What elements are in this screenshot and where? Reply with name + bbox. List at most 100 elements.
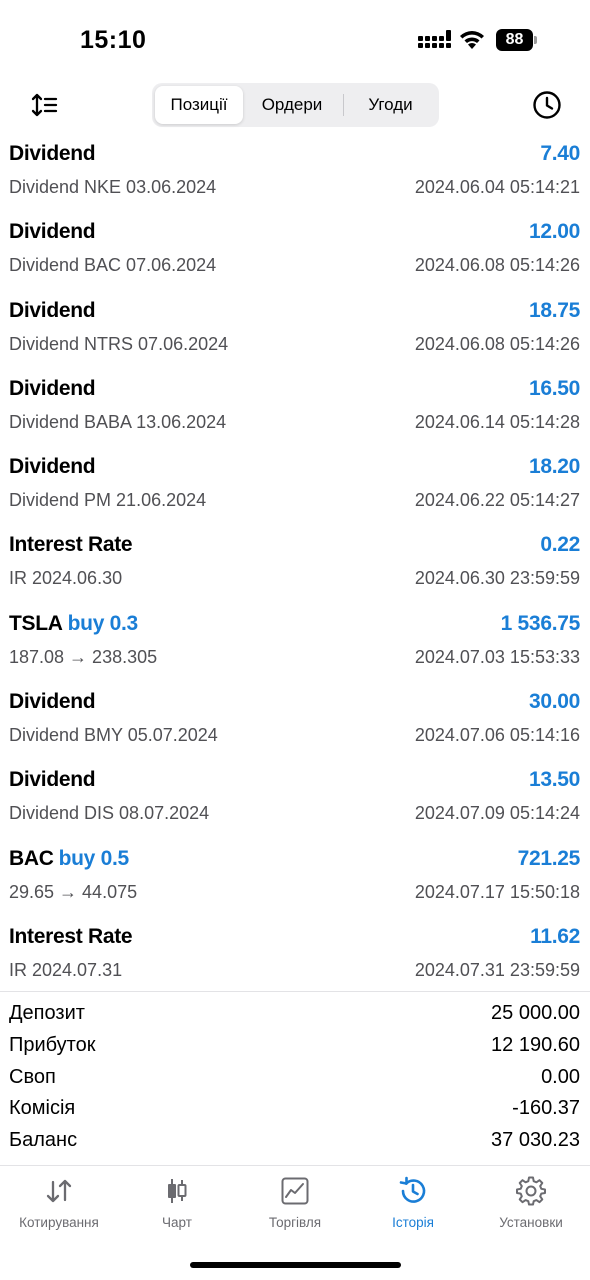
cellular-signal-icon [418,30,451,48]
deal-amount: 18.75 [528,298,580,322]
summary-label: Прибуток [9,1033,96,1056]
deal-subtitle: Dividend BABA 13.06.2024 [9,411,227,432]
home-indicator[interactable] [190,1262,401,1268]
deal-amount: 7.40 [540,142,580,165]
summary-balance: Баланс 37 030.23 [0,1127,590,1159]
toolbar: Позиції Ордери Угоди [0,80,590,130]
deal-title: Dividend [9,220,96,244]
deal-time: 2024.07.06 05:14:16 [414,725,580,746]
summary-value: -160.37 [512,1097,580,1120]
deal-time: 2024.07.03 15:53:33 [414,646,580,667]
summary-swap: Своп 0.00 [0,1064,590,1096]
deal-title: Dividend [9,455,96,479]
deal-title: TSLA buy 0.3 [9,611,139,635]
deal-subtitle: Dividend BMY 05.07.2024 [9,725,218,746]
deal-amount: 11.62 [530,924,580,948]
list-item[interactable]: Dividend 13.50 Dividend DIS 08.07.2024 2… [0,766,590,844]
tab-label: Чарт [162,1215,192,1230]
deal-title: Dividend [9,142,96,165]
tab-label: Історія [392,1215,434,1230]
deal-amount: 0.22 [540,533,580,557]
summary-value: 25 000.00 [491,1002,580,1024]
summary-profit: Прибуток 12 190.60 [0,1032,590,1064]
deal-subtitle: IR 2024.07.31 [9,959,123,980]
deal-subtitle: Dividend DIS 08.07.2024 [9,803,210,824]
tab-label: Торгівля [268,1215,322,1230]
battery-level: 88 [496,29,533,51]
battery-icon: 88 [496,29,538,51]
account-summary: Депозит 25 000.00 Прибуток 12 190.60 Сво… [0,1000,590,1159]
tab-settings[interactable]: Установки [472,1166,590,1246]
list-item[interactable]: Interest Rate 0.22 IR 2024.06.30 2024.06… [0,531,590,609]
wifi-icon [460,31,484,49]
deal-subtitle: Dividend NKE 03.06.2024 [9,177,217,197]
deal-action: buy 0.3 [67,611,139,635]
list-item[interactable]: Dividend 18.20 Dividend PM 21.06.2024 20… [0,453,590,531]
deal-time: 2024.06.30 23:59:59 [414,568,580,589]
sort-icon[interactable] [30,91,58,119]
tab-label: Установки [499,1215,563,1230]
deal-time: 2024.07.31 23:59:59 [414,959,580,980]
deal-subtitle: Dividend PM 21.06.2024 [9,490,207,511]
tab-deals[interactable]: Угоди [345,86,436,124]
list-item[interactable]: Interest Rate 11.62 IR 2024.07.31 2024.0… [0,923,590,1001]
deal-time: 2024.06.14 05:14:28 [414,411,580,432]
deal-action: buy 0.5 [58,846,130,870]
deal-subtitle: 187.08 → 238.305 [9,646,158,667]
clock-icon[interactable] [531,89,563,121]
summary-value: 37 030.23 [491,1129,580,1152]
quotes-icon [46,1179,72,1203]
tab-label: Котирування [19,1215,99,1230]
deal-time: 2024.07.09 05:14:24 [414,803,580,824]
list-item[interactable]: Dividend 30.00 Dividend BMY 05.07.2024 2… [0,688,590,766]
deal-amount: 30.00 [528,690,580,714]
summary-label: Своп [9,1065,56,1088]
trade-icon [281,1177,309,1205]
tab-positions[interactable]: Позиції [155,86,243,124]
tab-quotes[interactable]: Котирування [0,1166,118,1246]
deal-amount: 1 536.75 [500,611,581,635]
summary-commission: Комісія -160.37 [0,1095,590,1127]
list-item[interactable]: Dividend 18.75 Dividend NTRS 07.06.2024 … [0,297,590,375]
deal-subtitle: IR 2024.06.30 [9,568,123,589]
deal-amount: 16.50 [528,376,580,400]
summary-label: Комісія [9,1097,76,1120]
chart-icon [168,1179,187,1203]
deal-title: Dividend [9,768,96,792]
summary-deposit: Депозит 25 000.00 [0,1000,590,1032]
tab-chart[interactable]: Чарт [118,1166,236,1246]
list-item[interactable]: Dividend 16.50 Dividend BABA 13.06.2024 … [0,375,590,453]
deal-subtitle: 29.65 → 44.075 [9,881,138,902]
divider [0,991,590,992]
list-item[interactable]: BAC buy 0.5 721.25 29.65 → 44.075 2024.07… [0,845,590,923]
deal-time: 2024.06.22 05:14:27 [414,490,580,511]
tab-trade[interactable]: Торгівля [236,1166,354,1246]
deal-title: BAC buy 0.5 [9,846,130,870]
deal-title: Dividend [9,298,96,322]
deal-title: Interest Rate [9,924,133,948]
tab-orders[interactable]: Ордери [246,86,338,124]
deal-title: Dividend [9,690,96,714]
tab-history[interactable]: Історія [354,1166,472,1246]
deal-amount: 12.00 [528,220,580,244]
list-item[interactable]: Dividend 7.40 Dividend NKE 03.06.2024 20… [0,140,590,218]
deal-subtitle: Dividend BAC 07.06.2024 [9,255,217,276]
deal-amount: 721.25 [517,846,581,870]
deal-amount: 18.20 [528,455,580,479]
deals-list: Dividend 7.40 Dividend NKE 03.06.2024 20… [0,140,590,1001]
deal-title: Interest Rate [9,533,133,557]
settings-icon [516,1176,546,1206]
summary-value: 0.00 [541,1065,580,1088]
status-bar: 15:10 88 [0,0,590,80]
deal-time: 2024.06.08 05:14:26 [414,333,580,354]
deal-time: 2024.07.17 15:50:18 [414,881,580,902]
deal-subtitle: Dividend NTRS 07.06.2024 [9,333,229,354]
deal-time: 2024.06.08 05:14:26 [414,255,580,276]
deal-time: 2024.06.04 05:14:21 [414,177,580,197]
status-time: 15:10 [80,26,147,54]
summary-value: 12 190.60 [491,1033,580,1056]
summary-label: Депозит [9,1002,85,1024]
list-item[interactable]: TSLA buy 0.3 1 536.75 187.08 → 238.305 20… [0,610,590,688]
list-item[interactable]: Dividend 12.00 Dividend BAC 07.06.2024 2… [0,218,590,296]
summary-label: Баланс [9,1129,78,1152]
